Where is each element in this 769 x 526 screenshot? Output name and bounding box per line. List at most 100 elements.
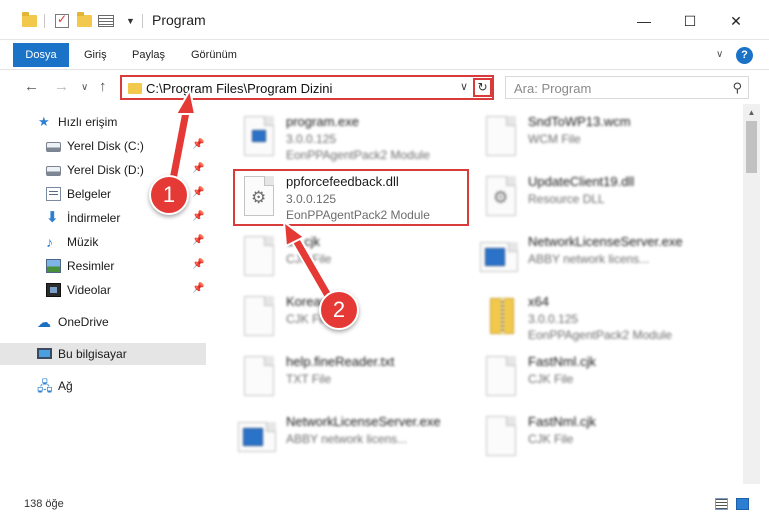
file-detail: ABBY network licens...: [286, 432, 408, 446]
app-icon: [480, 236, 520, 282]
file-name: help.fineReader.txt: [286, 354, 395, 369]
pin-icon[interactable]: 📌: [192, 187, 204, 198]
title-bar: ▼ Program — ☐ ✕: [0, 0, 769, 40]
tab-view[interactable]: Görünüm: [191, 43, 237, 67]
pin-icon[interactable]: 📌: [192, 235, 204, 246]
back-button[interactable]: ←: [24, 78, 39, 95]
sidebar-item-music[interactable]: ♪ Müzik 📌: [0, 231, 206, 253]
file-detail: 3.0.0.125: [286, 132, 337, 146]
tab-file[interactable]: Dosya: [13, 43, 69, 67]
customize-toolbar-chevron-down-icon[interactable]: ▼: [126, 12, 135, 30]
sidebar-item-pictures[interactable]: Resimler 📌: [0, 255, 206, 277]
drive-icon: [46, 142, 61, 152]
sidebar-item-network[interactable]: 🖧 Ağ: [0, 375, 206, 397]
file-item[interactable]: Korean.cjk CJK File: [238, 290, 488, 350]
zip-folder-icon: [480, 296, 520, 342]
file-detail: 3.0.0.125: [528, 312, 579, 326]
folder-icon: [22, 12, 37, 30]
star-icon: ★: [38, 114, 50, 129]
search-icon[interactable]: ⚲: [732, 80, 742, 96]
file-detail: Resource DLL: [528, 192, 605, 206]
pin-icon[interactable]: 📌: [192, 259, 204, 270]
sidebar-item-label: Ağ: [58, 379, 73, 393]
sidebar-item-this-pc[interactable]: Bu bilgisayar: [0, 343, 206, 365]
file-name: FastNml.cjk: [528, 414, 596, 429]
properties-icon[interactable]: [55, 12, 69, 30]
sidebar-item-label: OneDrive: [58, 315, 109, 329]
file-item[interactable]: program.exe 3.0.0.125 EonPPAgentPack2 Mo…: [238, 110, 488, 170]
file-detail: ABBY network licens...: [528, 252, 650, 266]
minimize-button[interactable]: —: [634, 12, 654, 30]
sidebar-item-videos[interactable]: Videolar 📌: [0, 279, 206, 301]
file-item[interactable]: SndToWP13.wcm WCM File: [480, 110, 730, 170]
file-item[interactable]: ⚙ UpdateClient19.dll Resource DLL: [480, 170, 730, 230]
file-item[interactable]: NetworkLicenseServer.exe ABBY network li…: [238, 410, 488, 470]
close-button[interactable]: ✕: [726, 12, 746, 30]
ribbon-expand-chevron-icon[interactable]: ∨: [716, 49, 723, 60]
folder-icon: [128, 83, 142, 94]
file-item[interactable]: de.cjk CJK File: [238, 230, 488, 290]
search-input[interactable]: Ara: Program: [514, 81, 591, 96]
drive-icon: [46, 166, 61, 176]
file-item[interactable]: FastNml.cjk CJK File: [480, 410, 730, 470]
file-item[interactable]: NetworkLicenseServer.exe ABBY network li…: [480, 230, 730, 290]
sidebar-item-label: Yerel Disk (C:): [67, 139, 144, 153]
scrollbar-thumb[interactable]: [746, 121, 757, 173]
large-icons-view-icon[interactable]: [736, 498, 749, 510]
file-detail: TXT File: [286, 372, 332, 386]
address-dropdown-chevron-down-icon[interactable]: ∨: [460, 80, 468, 93]
maximize-button[interactable]: ☐: [680, 12, 700, 30]
quick-access-separator: [44, 12, 45, 30]
file-name: FastNml.cjk: [528, 354, 596, 369]
help-button[interactable]: ?: [736, 47, 753, 64]
navigation-pane: ★ Hızlı erişim Yerel Disk (C:) 📌 Yerel D…: [0, 104, 208, 484]
scroll-up-arrow-icon[interactable]: ▲: [743, 104, 760, 121]
recent-locations-chevron-down-icon[interactable]: ∨: [81, 82, 88, 93]
file-name: NetworkLicenseServer.exe: [528, 234, 683, 249]
sidebar-item-label: Müzik: [67, 235, 99, 249]
forward-button[interactable]: →: [54, 78, 69, 95]
sidebar-item-label: Bu bilgisayar: [58, 347, 127, 361]
tab-home[interactable]: Giriş: [84, 43, 107, 67]
cloud-icon: ☁: [37, 314, 51, 330]
address-path[interactable]: C:\Program Files\Program Dizini: [146, 81, 332, 96]
pin-icon[interactable]: 📌: [192, 211, 204, 222]
pin-icon[interactable]: 📌: [192, 283, 204, 294]
file-icon: [480, 116, 520, 162]
title-separator: [142, 12, 143, 30]
file-icon: [238, 236, 278, 282]
refresh-button[interactable]: ↻: [473, 78, 492, 97]
pin-icon[interactable]: 📌: [192, 139, 204, 150]
search-box[interactable]: Ara: Program ⚲: [505, 76, 749, 99]
file-icon: [480, 356, 520, 402]
file-item[interactable]: x64 3.0.0.125 EonPPAgentPack2 Module: [480, 290, 730, 350]
file-detail: WCM File: [528, 132, 581, 146]
sidebar-item-local-disk-c[interactable]: Yerel Disk (C:) 📌: [0, 135, 206, 157]
annotation-marker-1: 1: [149, 175, 189, 215]
vertical-scrollbar[interactable]: ▲: [743, 104, 760, 484]
address-row: ← → ∨ ↑ C:\Program Files\Program Dizini …: [0, 70, 769, 104]
new-folder-icon[interactable]: [77, 12, 92, 30]
file-icon: [480, 416, 520, 462]
details-view-icon[interactable]: [715, 498, 728, 510]
address-bar[interactable]: C:\Program Files\Program Dizini ∨ ↻: [120, 75, 494, 100]
file-detail: CJK File: [528, 372, 574, 386]
file-item[interactable]: help.fineReader.txt TXT File: [238, 350, 488, 410]
file-name: SndToWP13.wcm: [528, 114, 631, 129]
file-item[interactable]: FastNml.cjk CJK File: [480, 350, 730, 410]
file-detail: EonPPAgentPack2 Module: [286, 148, 430, 162]
sidebar-item-label: Videolar: [67, 283, 111, 297]
window-title: Program: [152, 12, 206, 28]
highlight-box: [233, 169, 469, 226]
tab-share[interactable]: Paylaş: [132, 43, 165, 67]
pin-icon[interactable]: 📌: [192, 163, 204, 174]
sidebar-item-quick-access[interactable]: ★ Hızlı erişim: [0, 111, 206, 133]
up-button[interactable]: ↑: [99, 78, 107, 95]
sidebar-item-onedrive[interactable]: ☁ OneDrive: [0, 311, 206, 333]
file-name: de.cjk: [286, 234, 320, 249]
pictures-icon: [46, 259, 61, 273]
file-name: NetworkLicenseServer.exe: [286, 414, 441, 429]
view-list-icon[interactable]: [98, 12, 114, 30]
documents-icon: [46, 187, 61, 201]
network-icon: 🖧: [37, 378, 53, 394]
